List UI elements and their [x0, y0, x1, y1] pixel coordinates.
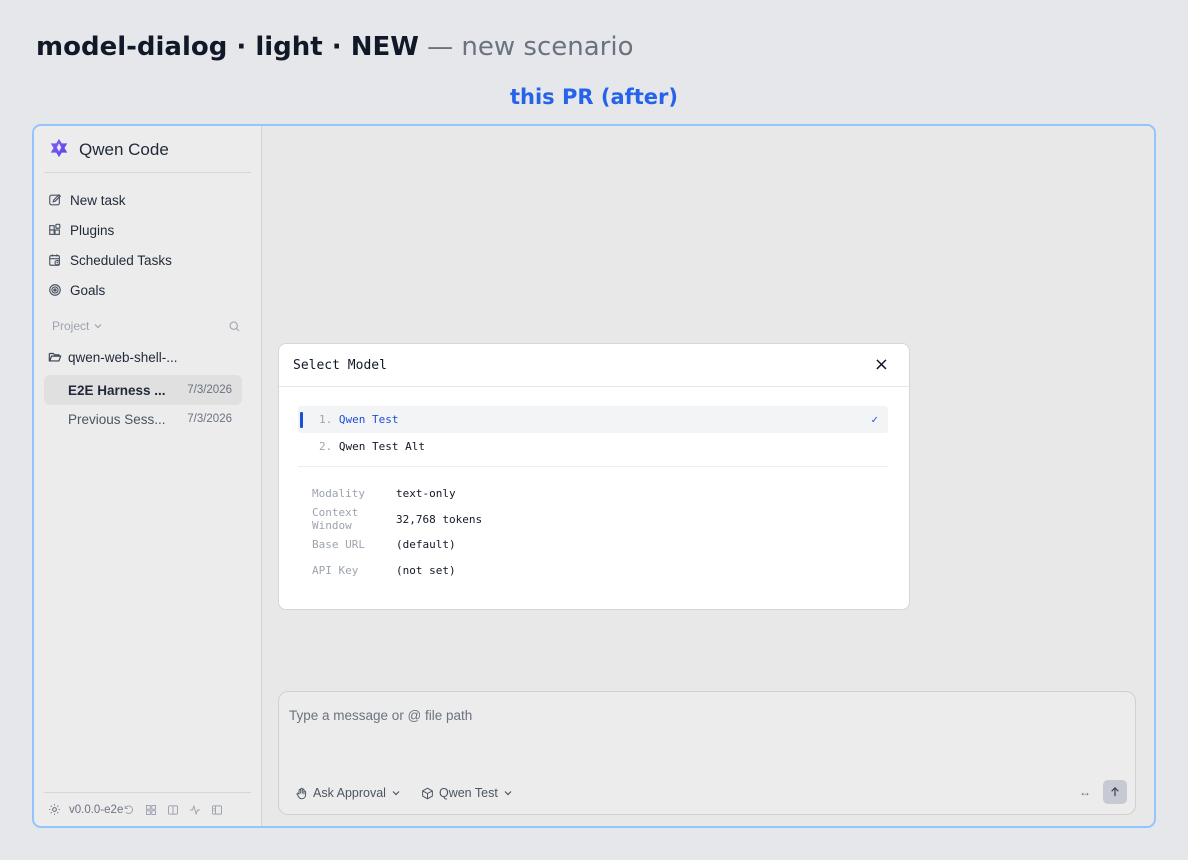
folder-name: qwen-web-shell-... — [68, 349, 178, 365]
session-date: 7/3/2026 — [187, 384, 232, 396]
detail-row: Modality text-only — [312, 481, 482, 507]
project-folder[interactable]: qwen-web-shell-... — [48, 345, 178, 369]
selection-marker — [300, 412, 303, 428]
plugins-icon — [49, 223, 61, 235]
activity-icon[interactable] — [189, 804, 201, 816]
detail-key: Modality — [312, 487, 365, 501]
divider — [44, 172, 251, 173]
arrow-up-icon — [1111, 787, 1119, 797]
chevron-down-icon — [94, 324, 102, 329]
edit-icon — [49, 193, 62, 206]
gear-icon[interactable] — [48, 803, 61, 816]
cube-icon — [422, 787, 433, 799]
model-option[interactable]: 2. Qwen Test Alt — [298, 433, 888, 460]
session-title: Previous Sess... — [68, 411, 166, 427]
panel-icon[interactable] — [211, 804, 223, 816]
detail-row: Base URL (default) — [312, 532, 482, 558]
sidebar-nav: New task Plugins Scheduled Tasks Goals — [48, 185, 248, 305]
heading-dash: — — [427, 32, 454, 62]
split-view-icon[interactable] — [167, 804, 179, 816]
message-input[interactable] — [289, 708, 1089, 723]
nav-plugins[interactable]: Plugins — [48, 215, 248, 245]
project-dropdown[interactable]: Project — [52, 319, 103, 333]
detail-row: Context Window 32,768 tokens — [312, 506, 483, 533]
nav-goals[interactable]: Goals — [48, 275, 248, 305]
divider — [298, 466, 888, 467]
detail-row: API Key (not set) — [312, 558, 482, 584]
detail-value: (default) — [396, 538, 456, 552]
heading-subtitle: new scenario — [461, 32, 634, 62]
chevron-down-icon — [504, 791, 512, 796]
brand-name: Qwen Code — [79, 140, 169, 159]
detail-key: Context Window — [312, 506, 359, 533]
send-button[interactable] — [1103, 780, 1127, 804]
search-icon[interactable] — [228, 320, 241, 333]
sidebar: Qwen Code New task Plugins Scheduled Tas… — [34, 126, 262, 826]
approval-mode-dropdown[interactable]: Ask Approval — [295, 786, 401, 800]
model-option-selected[interactable]: 1. Qwen Test ✓ — [298, 406, 888, 433]
dialog-header: Select Model × — [279, 344, 909, 387]
brand[interactable]: Qwen Code — [48, 138, 169, 162]
composer-actions: ↔ — [1079, 780, 1127, 804]
qwen-logo-icon — [48, 137, 70, 163]
model-dropdown[interactable]: Qwen Test — [421, 786, 513, 800]
sidebar-footer: v0.0.0-e2e — [44, 792, 251, 826]
expand-icon[interactable]: ↔ — [1079, 785, 1091, 799]
session-item[interactable]: Previous Sess... 7/3/2026 — [44, 404, 242, 434]
approval-mode-label: Ask Approval — [313, 786, 386, 800]
target-icon — [49, 284, 61, 296]
app-frame: Qwen Code New task Plugins Scheduled Tas… — [32, 124, 1156, 828]
session-item-active[interactable]: E2E Harness ... 7/3/2026 — [44, 375, 242, 405]
model-list: 1. Qwen Test ✓ 2. Qwen Test Alt — [298, 406, 888, 467]
session-date: 7/3/2026 — [187, 413, 232, 425]
model-details: Modality text-only Context Window 32,768… — [312, 481, 482, 583]
hand-icon — [296, 787, 307, 799]
nav-label: Plugins — [70, 222, 115, 238]
refresh-icon[interactable] — [123, 804, 135, 816]
session-title: E2E Harness ... — [68, 382, 166, 398]
project-header: Project — [52, 316, 241, 336]
model-label: Qwen Test — [438, 786, 498, 800]
heading-scenario: model-dialog · light · NEW — [36, 32, 419, 62]
main-area: Select Model × 1. Qwen Test ✓ 2. Qwen Te… — [262, 126, 1154, 826]
model-name: Qwen Test Alt — [338, 440, 425, 453]
detail-value: 32,768 tokens — [396, 512, 483, 526]
detail-key: API Key — [312, 563, 359, 577]
project-label: Project — [52, 319, 90, 333]
check-icon: ✓ — [871, 413, 878, 426]
nav-scheduled-tasks[interactable]: Scheduled Tasks — [48, 245, 248, 275]
calendar-clock-icon — [49, 254, 60, 266]
model-name: Qwen Test — [338, 413, 399, 426]
chevron-down-icon — [392, 791, 400, 796]
message-composer: Ask Approval Qwen Test ↔ — [278, 691, 1136, 815]
composer-toolbar: Ask Approval Qwen Test — [295, 786, 513, 800]
detail-key: Base URL — [312, 538, 365, 552]
detail-value: text-only — [396, 487, 456, 501]
nav-label: Goals — [70, 282, 106, 298]
grid-icon[interactable] — [145, 804, 157, 816]
close-icon[interactable]: × — [874, 356, 889, 374]
nav-label: Scheduled Tasks — [70, 252, 172, 268]
nav-label: New task — [70, 192, 126, 208]
nav-new-task[interactable]: New task — [48, 185, 248, 215]
folder-open-icon — [48, 352, 62, 362]
variant-label: this PR (after) — [509, 85, 678, 109]
model-dialog: Select Model × 1. Qwen Test ✓ 2. Qwen Te… — [278, 343, 910, 610]
detail-value: (not set) — [396, 563, 456, 577]
app-version: v0.0.0-e2e — [69, 803, 124, 816]
model-number: 2. — [319, 440, 333, 453]
page-heading: model-dialog · light · NEW — new scenari… — [36, 30, 634, 64]
model-number: 1. — [319, 413, 333, 426]
dialog-title: Select Model — [293, 357, 387, 373]
